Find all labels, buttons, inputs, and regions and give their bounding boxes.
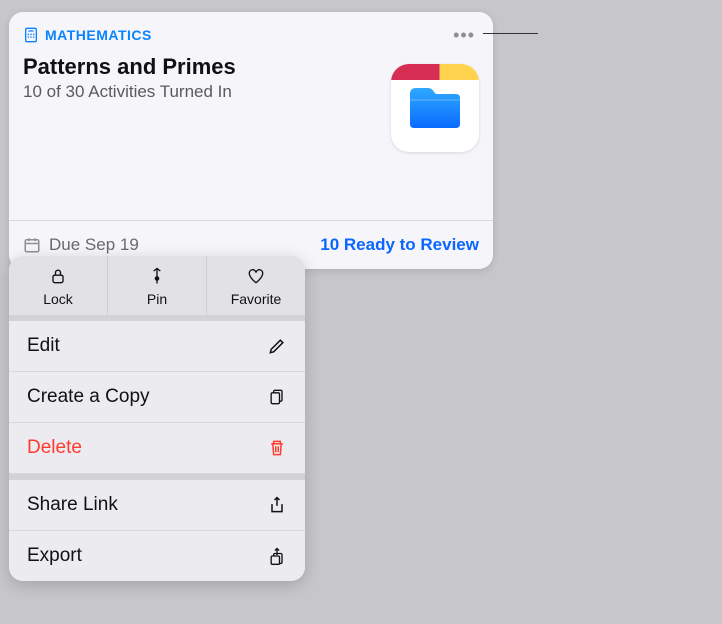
due-label: Due Sep 19 [49,235,139,255]
heart-icon [246,266,266,289]
menu-item-share-link[interactable]: Share Link [9,480,305,531]
more-button[interactable]: ••• [449,22,479,48]
calendar-icon [23,236,41,254]
menu-item-create-copy[interactable]: Create a Copy [9,372,305,423]
menu-top-row: Lock Pin Favorite [9,256,305,315]
duplicate-icon [267,387,287,407]
calculator-icon [23,27,39,43]
share-icon [267,495,287,515]
lock-label: Lock [43,291,73,307]
pencil-icon [267,336,287,356]
menu-item-label: Create a Copy [27,386,150,408]
menu-item-label: Share Link [27,494,118,516]
context-menu: Lock Pin Favorite Edit [9,256,305,581]
files-app-icon[interactable] [391,64,479,152]
callout-line [483,33,538,34]
due-date: Due Sep 19 [23,235,139,255]
pin-button[interactable]: Pin [108,256,207,315]
menu-item-delete[interactable]: Delete [9,423,305,474]
subject-chip[interactable]: MATHEMATICS [23,27,152,43]
lock-button[interactable]: Lock [9,256,108,315]
favorite-button[interactable]: Favorite [207,256,305,315]
ready-to-review-link[interactable]: 10 Ready to Review [320,235,479,255]
pin-label: Pin [147,291,167,307]
card-header-row: MATHEMATICS ••• [9,12,493,48]
assignment-card: MATHEMATICS ••• Patterns and Primes 10 o… [9,12,493,269]
lock-icon [48,266,68,289]
menu-item-label: Edit [27,335,60,357]
pin-icon [147,266,167,289]
export-icon [267,546,287,566]
menu-item-label: Delete [27,437,82,459]
folder-icon [406,84,464,132]
trash-icon [267,438,287,458]
subject-label: MATHEMATICS [45,27,152,43]
menu-item-edit[interactable]: Edit [9,321,305,372]
favorite-label: Favorite [231,291,282,307]
menu-item-export[interactable]: Export [9,531,305,581]
menu-item-label: Export [27,545,82,567]
